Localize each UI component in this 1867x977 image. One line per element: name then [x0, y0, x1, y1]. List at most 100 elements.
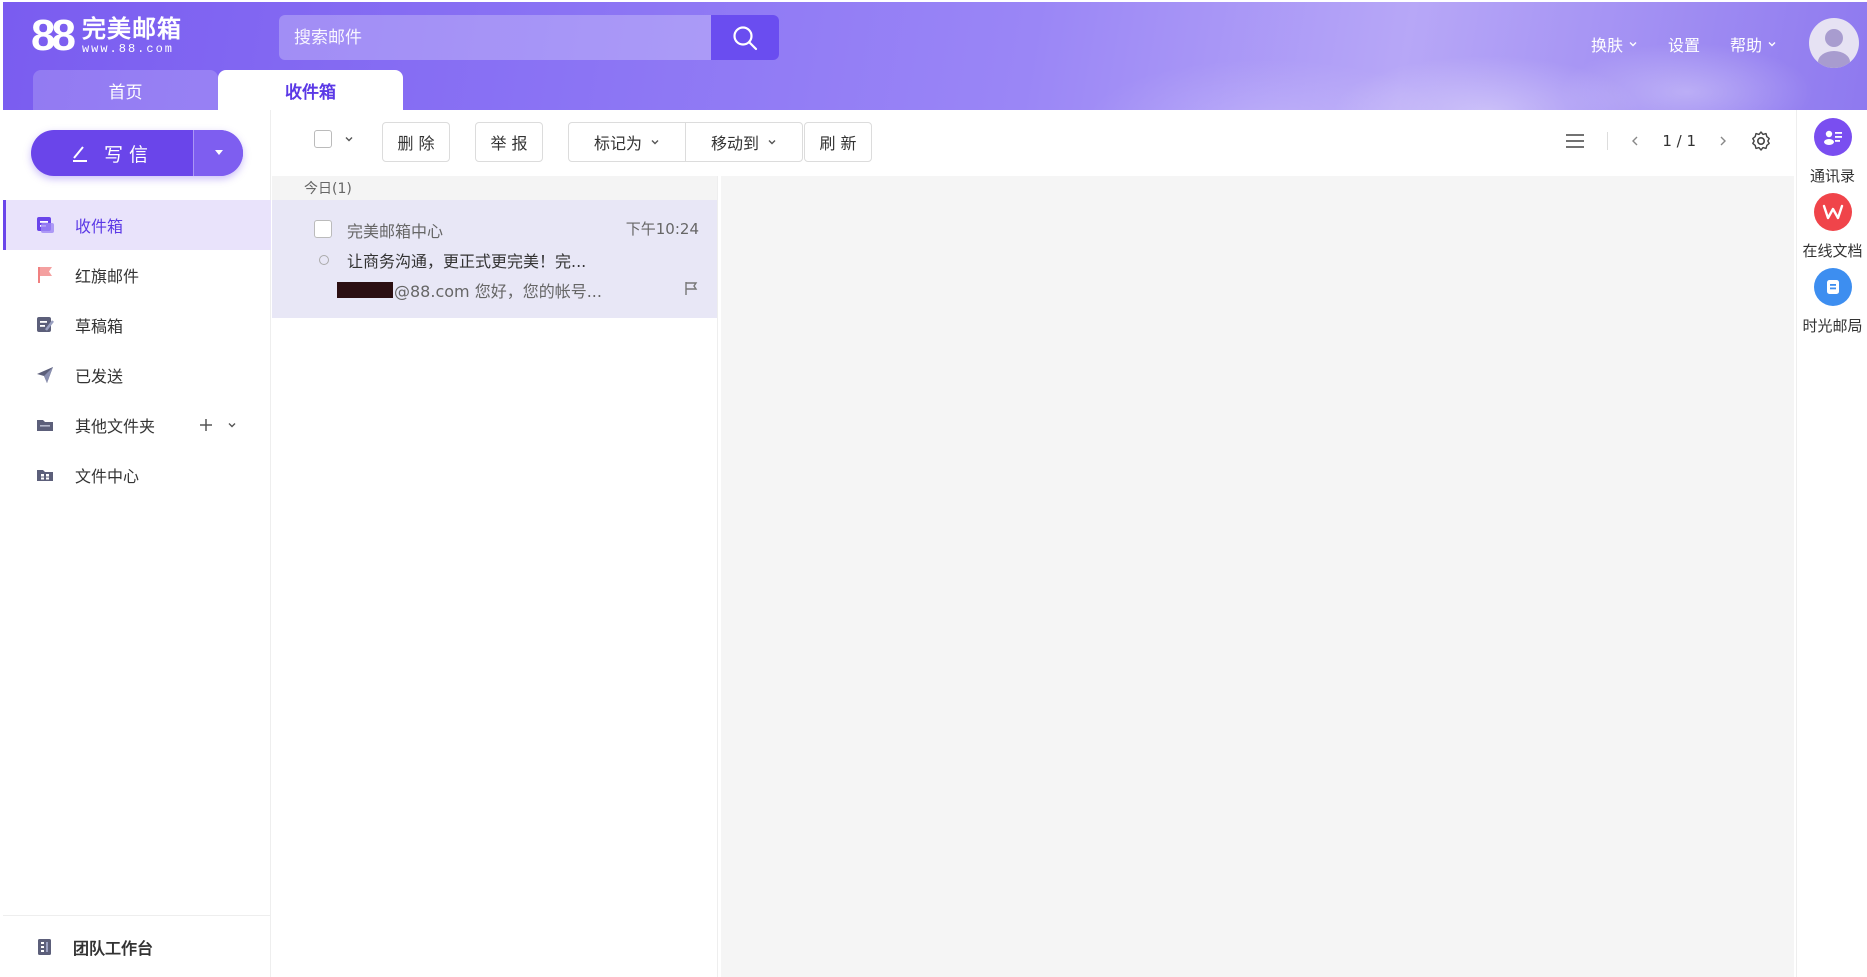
page-indicator: 1 / 1 — [1662, 132, 1696, 150]
settings-label: 设置 — [1667, 36, 1700, 55]
tab-inbox[interactable]: 收件箱 — [218, 70, 403, 110]
sidebar-item-label: 红旗邮件 — [75, 267, 140, 286]
mail-checkbox[interactable] — [314, 220, 332, 238]
top-nav: 换肤 设置 帮助 — [1591, 32, 1777, 56]
sidebar-item-flagged[interactable]: 红旗邮件 — [3, 250, 271, 300]
sidebar-item-other-folders[interactable]: 其他文件夹 — [3, 400, 271, 450]
tab-home[interactable]: 首页 — [33, 70, 218, 110]
compose-button-group: 写信 — [31, 130, 243, 176]
app-contacts[interactable]: 通讯录 — [1797, 118, 1867, 186]
chevron-down-icon — [651, 140, 659, 145]
logo-number: 88 — [31, 11, 76, 60]
pagination: 1 / 1 — [1565, 130, 1772, 152]
sidebar-item-label: 收件箱 — [75, 217, 124, 236]
delete-label: 删 除 — [397, 134, 435, 153]
app-online-docs[interactable]: 在线文档 — [1797, 193, 1867, 261]
sidebar-item-label: 已发送 — [75, 367, 124, 386]
skin-menu[interactable]: 换肤 — [1591, 32, 1638, 56]
folder-icon — [33, 413, 57, 437]
mail-sender: 完美邮箱中心 — [347, 222, 444, 241]
sidebar-item-label: 文件中心 — [75, 467, 140, 486]
chevron-down-icon — [1768, 42, 1776, 47]
refresh-button[interactable]: 刷 新 — [804, 122, 872, 162]
team-workspace-label: 团队工作台 — [73, 938, 154, 958]
mail-preview-row: @88.com 您好，您的帐号... — [337, 278, 602, 302]
flag-icon[interactable] — [683, 280, 699, 296]
search-icon — [733, 25, 758, 50]
chevron-down-icon — [1629, 42, 1637, 47]
report-label: 举 报 — [490, 134, 528, 153]
caret-down-icon — [214, 150, 223, 155]
settings-link[interactable]: 设置 — [1668, 32, 1700, 56]
chevron-down-icon[interactable] — [344, 134, 354, 144]
paper-plane-icon — [33, 363, 57, 387]
list-view-icon[interactable] — [1565, 132, 1585, 150]
sidebar-item-inbox[interactable]: 收件箱 — [3, 200, 271, 250]
select-all-control — [314, 130, 354, 148]
app-label: 通讯录 — [1809, 167, 1855, 185]
time-post-icon — [1813, 268, 1852, 306]
search-bar — [279, 15, 779, 60]
unread-indicator[interactable] — [319, 255, 329, 265]
user-icon — [1818, 29, 1850, 68]
main-tabs: 首页 收件箱 — [33, 70, 403, 110]
date-group-header: 今日(1) — [272, 176, 717, 200]
drafts-icon — [33, 313, 57, 337]
sidebar-item-sent[interactable]: 已发送 — [3, 350, 271, 400]
chevron-right-icon[interactable] — [1718, 135, 1728, 147]
add-folder-icon[interactable] — [199, 418, 213, 432]
user-avatar[interactable] — [1809, 18, 1859, 68]
gear-icon[interactable] — [1750, 130, 1772, 152]
move-to-label: 移动到 — [710, 134, 759, 153]
delete-button[interactable]: 删 除 — [382, 122, 450, 162]
mail-time: 下午10:24 — [625, 220, 699, 238]
mail-toolbar: 删 除 举 报 标记为 移动到 刷 新 1 / 1 — [272, 110, 1792, 176]
refresh-label: 刷 新 — [819, 134, 857, 153]
logo-url: www.88.com — [81, 42, 174, 56]
sidebar-item-label: 草稿箱 — [75, 317, 124, 336]
move-to-button[interactable]: 移动到 — [685, 122, 803, 162]
wps-docs-icon — [1813, 193, 1852, 231]
file-center-icon — [33, 463, 57, 487]
search-button[interactable] — [711, 15, 779, 60]
inbox-icon — [33, 213, 57, 237]
mail-preview: @88.com 您好，您的帐号... — [394, 282, 602, 301]
folder-list: 收件箱 红旗邮件 草稿箱 已发送 其他文件夹 文件中心 — [3, 200, 271, 500]
team-workspace-link[interactable]: 团队工作台 — [3, 915, 271, 977]
right-app-rail: 通讯录 在线文档 时光邮局 — [1796, 110, 1867, 977]
search-input[interactable] — [279, 15, 711, 60]
mark-as-label: 标记为 — [593, 134, 642, 153]
header-background-art — [967, 2, 1867, 110]
contacts-icon — [1813, 118, 1852, 156]
app-label: 在线文档 — [1802, 242, 1863, 260]
red-flag-icon — [33, 263, 57, 287]
app-time-post[interactable]: 时光邮局 — [1797, 268, 1867, 336]
mark-as-button[interactable]: 标记为 — [568, 122, 686, 162]
team-workspace-icon — [33, 935, 57, 959]
chevron-down-icon[interactable] — [227, 420, 237, 430]
sidebar-item-label: 其他文件夹 — [75, 417, 156, 436]
select-all-checkbox[interactable] — [314, 130, 332, 148]
skin-label: 换肤 — [1590, 36, 1623, 55]
redacted-block — [337, 282, 393, 298]
reading-pane — [721, 176, 1794, 977]
mail-item[interactable]: 完美邮箱中心 下午10:24 让商务沟通，更正式更完美！完... @88.com… — [272, 200, 717, 318]
mail-list: 今日(1) 完美邮箱中心 下午10:24 让商务沟通，更正式更完美！完... @… — [272, 176, 718, 977]
compose-dropdown-button[interactable] — [193, 130, 243, 176]
compose-label: 写信 — [103, 143, 154, 166]
sidebar-item-file-center[interactable]: 文件中心 — [3, 450, 271, 500]
mail-subject: 让商务沟通，更正式更完美！完... — [347, 252, 587, 271]
top-header: 88 完美邮箱 www.88.com 换肤 设置 帮助 — [3, 2, 1867, 110]
help-label: 帮助 — [1729, 36, 1762, 55]
folder-actions — [199, 418, 237, 432]
compose-button[interactable]: 写信 — [31, 130, 193, 176]
report-button[interactable]: 举 报 — [475, 122, 543, 162]
pen-icon — [72, 146, 87, 162]
help-menu[interactable]: 帮助 — [1730, 32, 1777, 56]
left-sidebar: 写信 收件箱 红旗邮件 草稿箱 已发送 其他文件夹 文件中心 团队工作台 — [3, 110, 271, 977]
sidebar-item-drafts[interactable]: 草稿箱 — [3, 300, 271, 350]
divider — [1607, 132, 1609, 150]
app-label: 时光邮局 — [1802, 317, 1863, 335]
logo[interactable]: 88 完美邮箱 www.88.com — [31, 14, 182, 58]
chevron-left-icon[interactable] — [1630, 135, 1640, 147]
